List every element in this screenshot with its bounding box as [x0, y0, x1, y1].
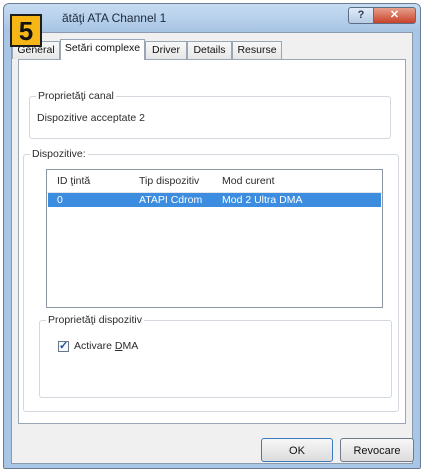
tab-setari-complexe[interactable]: Setări complexe — [60, 39, 145, 60]
devices-label: Dispozitive: — [30, 148, 88, 160]
ok-button[interactable]: OK — [261, 438, 333, 462]
devices-listview[interactable]: ID ţintă Tip dispozitiv Mod curent 0 ATA… — [46, 169, 383, 308]
tab-resurse[interactable]: Resurse — [232, 41, 282, 59]
activate-dma-label[interactable]: Activare DMA — [74, 340, 138, 352]
cancel-button[interactable]: Revocare — [340, 438, 414, 462]
help-button[interactable]: ? — [348, 7, 374, 24]
supported-devices-text: Dispozitive acceptate 2 — [37, 112, 145, 124]
tab-details[interactable]: Details — [187, 41, 232, 59]
device-properties-label: Proprietăţi dispozitiv — [46, 314, 144, 326]
dma-label-rest: MA — [122, 340, 139, 352]
window-title: ătăţi ATA Channel 1 — [62, 11, 167, 25]
dma-label-prefix: Activare — [74, 340, 115, 352]
step-number-badge: 5 — [10, 14, 42, 47]
row-id-cell: 0 — [57, 194, 63, 206]
channel-properties-label: Proprietăţi canal — [36, 90, 116, 102]
title-bar[interactable]: ătăţi ATA Channel 1 ? ✕ — [4, 4, 420, 32]
listview-header: ID ţintă Tip dispozitiv Mod curent — [47, 170, 382, 193]
close-button[interactable]: ✕ — [373, 7, 416, 24]
table-row[interactable]: 0 ATAPI Cdrom Mod 2 Ultra DMA — [48, 193, 381, 207]
column-header-id[interactable]: ID ţintă — [57, 175, 90, 187]
row-type-cell: ATAPI Cdrom — [139, 194, 203, 206]
activate-dma-checkbox[interactable]: ✓ — [58, 341, 69, 352]
column-header-mode[interactable]: Mod curent — [222, 175, 275, 187]
tab-driver[interactable]: Driver — [145, 41, 187, 59]
device-properties-group: Proprietăţi dispozitiv — [39, 314, 392, 398]
row-mode-cell: Mod 2 Ultra DMA — [222, 194, 303, 206]
column-header-type[interactable]: Tip dispozitiv — [139, 175, 199, 187]
